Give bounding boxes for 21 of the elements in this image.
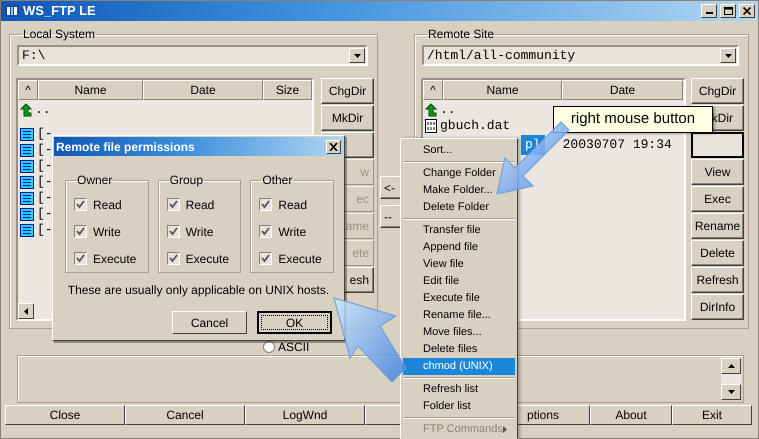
tooltip: right mouse button [553,106,713,133]
checkbox-label: Read [93,196,122,214]
panel-title: Remote Site [427,27,496,41]
window-title: WS_FTP LE [23,2,96,20]
checkbox-label: Execute [186,250,230,268]
group-title: Group [168,173,204,187]
checkbox-label: Write [93,224,121,240]
file-date: 20030707 19:34 [562,136,672,154]
dialog-title: Remote file permissions [56,138,195,156]
checkbox-label: Write [186,224,214,240]
group-title: Owner [76,173,114,187]
checkbox-label: Read [186,196,214,214]
panel-title: Local System [22,27,96,41]
group-title: Other [261,173,294,187]
checkbox-label: Read [278,196,308,214]
path-text: /html/all-community [427,46,576,65]
radio-label: ASCII [278,339,310,356]
checkbox-label: Execute [93,250,136,268]
checkbox-label: Write [278,224,306,240]
checkbox-label: Execute [278,250,322,268]
path-text: F:\ [22,46,46,65]
